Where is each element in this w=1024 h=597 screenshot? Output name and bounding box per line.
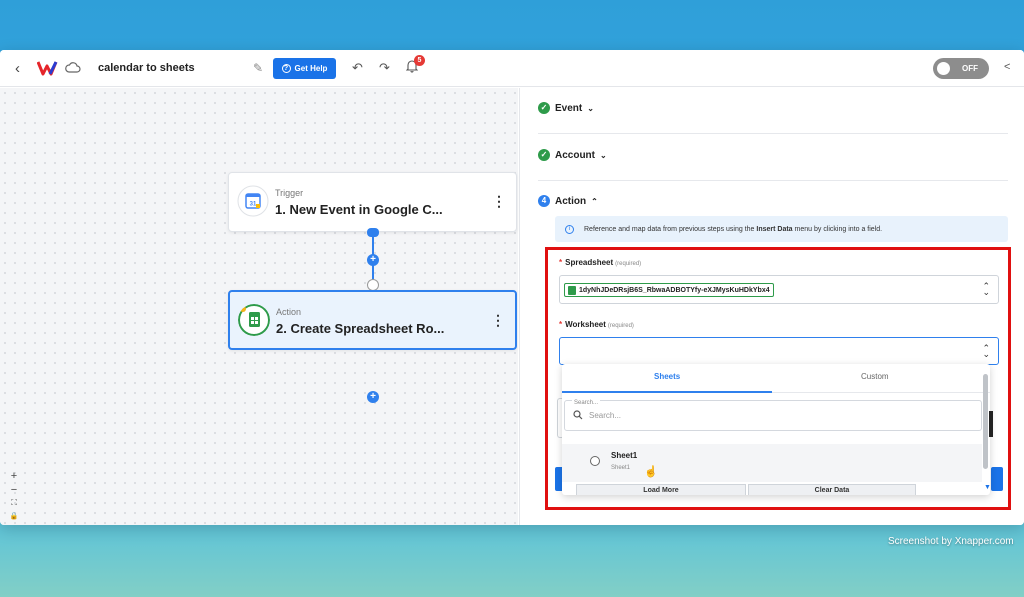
tab-custom[interactable]: Custom	[861, 372, 889, 381]
node-name: 2. Create Spreadsheet Ro...	[276, 321, 445, 336]
share-icon[interactable]: <	[1004, 61, 1010, 73]
question-icon: ?	[281, 64, 291, 73]
redo-icon[interactable]: ↷	[379, 60, 390, 76]
workflow-toggle[interactable]: OFF	[933, 58, 989, 79]
step-account[interactable]: ✓ Account ⌄	[538, 149, 607, 161]
spreadsheet-label: * Spreadsheet (required)	[559, 258, 641, 267]
option-title: Sheet1	[611, 451, 638, 460]
hidden-button-edge[interactable]	[991, 467, 1003, 491]
google-sheets-icon	[568, 285, 576, 295]
divider	[538, 133, 1008, 134]
step-action[interactable]: 4 Action ⌃	[538, 195, 598, 207]
add-step-icon[interactable]: +	[367, 391, 379, 403]
chevron-up-icon: ⌃	[591, 196, 598, 206]
hand-cursor-icon: ☝	[644, 466, 658, 478]
dropdown-scrollbar[interactable]	[983, 374, 988, 469]
workflow-node-action[interactable]: Action 2. Create Spreadsheet Ro... ⋮	[228, 290, 517, 350]
zoom-in-icon[interactable]: +	[6, 470, 22, 484]
tab-sheets[interactable]: Sheets	[654, 372, 680, 381]
step-label: Account	[555, 149, 595, 161]
hidden-field-edge	[989, 411, 993, 437]
clear-data-button[interactable]: Clear Data	[748, 484, 916, 495]
check-icon: ✓	[538, 102, 550, 114]
spreadsheet-value-chip[interactable]: 1dyNhJDeDRsjB6S_RbwaADBOTYfy-eXJMysKuHDk…	[564, 283, 774, 297]
step-label: Event	[555, 102, 583, 114]
tab-active-indicator	[562, 391, 772, 393]
info-text-pre: Reference and map data from previous ste…	[584, 225, 755, 233]
toggle-label: OFF	[962, 64, 978, 73]
workflow-node-trigger[interactable]: 31 Trigger 1. New Event in Google C... ⋮	[228, 172, 517, 232]
info-banner: i Reference and map data from previous s…	[555, 216, 1008, 242]
connector-handle-icon[interactable]	[367, 228, 379, 237]
chevron-down-icon: ⌄	[600, 150, 607, 160]
zoom-out-icon[interactable]: −	[6, 484, 22, 498]
worksheet-dropdown: Sheets Custom Search... Search... Sheet1…	[562, 364, 990, 495]
required-hint: (required)	[615, 261, 642, 267]
radio-button[interactable]	[590, 456, 600, 466]
get-help-label: Get Help	[294, 64, 328, 73]
more-vertical-icon[interactable]: ⋮	[491, 312, 505, 329]
scroll-down-icon[interactable]: ▼	[984, 484, 991, 491]
node-name: 1. New Event in Google C...	[275, 202, 443, 217]
workflow-canvas[interactable]: 31 Trigger 1. New Event in Google C... ⋮…	[0, 88, 518, 525]
toggle-knob	[937, 62, 950, 75]
spreadsheet-select[interactable]: 1dyNhJDeDRsjB6S_RbwaADBOTYfy-eXJMysKuHDk…	[559, 275, 999, 304]
node-kind: Action	[276, 307, 302, 317]
select-arrows-icon: ⌃ ⌄	[982, 343, 990, 359]
search-input[interactable]: Search...	[589, 411, 621, 420]
notification-badge: 5	[414, 55, 425, 66]
node-kind: Trigger	[275, 188, 304, 198]
worksheet-label-text: Worksheet	[565, 320, 606, 329]
required-asterisk: *	[559, 258, 563, 267]
spreadsheet-label-text: Spreadsheet	[565, 258, 614, 267]
check-icon: ✓	[538, 149, 550, 161]
undo-icon[interactable]: ↶	[352, 60, 363, 76]
add-step-icon[interactable]: +	[367, 254, 379, 266]
edit-pencil-icon[interactable]: ✎	[253, 61, 263, 75]
step-label: Action	[555, 195, 587, 207]
list-item[interactable]: Sheet1 Sheet1 ☝	[562, 444, 982, 482]
google-sheets-icon	[238, 304, 270, 336]
option-subtitle: Sheet1	[611, 465, 631, 471]
info-text-bold: Insert Data	[756, 225, 793, 233]
top-bar: ‹ calendar to sheets ✎ ? Get Help ↶ ↷ 5 …	[0, 50, 1024, 87]
google-calendar-icon: 31	[237, 185, 269, 217]
more-vertical-icon[interactable]: ⋮	[492, 193, 506, 210]
select-arrows-icon: ⌃ ⌄	[982, 281, 990, 297]
dropdown-search[interactable]: Search... Search...	[564, 400, 982, 431]
step-event[interactable]: ✓ Event ⌄	[538, 102, 594, 114]
divider	[538, 180, 1008, 181]
fit-view-icon[interactable]: ⛶	[6, 498, 22, 512]
info-icon: i	[565, 224, 574, 234]
back-icon[interactable]: ‹	[15, 60, 20, 77]
cloud-saved-icon	[65, 62, 81, 73]
info-text: Reference and map data from previous ste…	[584, 226, 882, 233]
lock-icon[interactable]: 🔒	[6, 512, 22, 525]
step-number: 4	[538, 195, 550, 207]
watermark: Screenshot by Xnapper.com	[888, 536, 1014, 547]
required-hint: (required)	[607, 323, 634, 329]
load-more-button[interactable]: Load More	[576, 484, 746, 495]
get-help-button[interactable]: ? Get Help	[273, 58, 336, 79]
worksheet-label: * Worksheet (required)	[559, 320, 634, 329]
app-logo-icon	[37, 61, 58, 76]
chevron-down-icon: ⌄	[587, 103, 594, 113]
required-asterisk: *	[559, 320, 563, 329]
worksheet-select[interactable]: ⌃ ⌄	[559, 337, 999, 365]
workflow-title[interactable]: calendar to sheets	[98, 62, 195, 74]
zoom-controls: + − ⛶ 🔒	[6, 470, 22, 525]
svg-text:31: 31	[250, 202, 257, 208]
search-label: Search...	[572, 400, 601, 406]
search-icon	[573, 410, 583, 420]
spreadsheet-value: 1dyNhJDeDRsjB6S_RbwaADBOTYfy-eXJMysKuHDk…	[579, 286, 770, 294]
info-text-post: menu by clicking into a field.	[794, 225, 883, 233]
